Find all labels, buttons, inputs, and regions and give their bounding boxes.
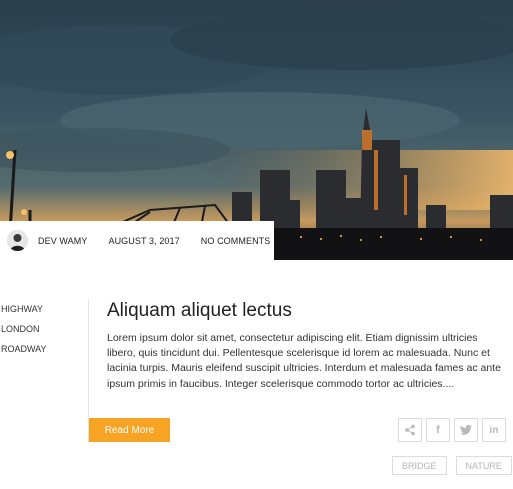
category-link-highway[interactable]: HIGHWAY — [1, 299, 81, 319]
tag-nature[interactable]: NATURE — [455, 456, 512, 475]
share-buttons: f in — [398, 418, 506, 442]
post-excerpt: Lorem ipsum dolor sit amet, consectetur … — [107, 332, 501, 390]
post-meta-bar: DEV WAMY AUGUST 3, 2017 NO COMMENTS — [0, 221, 274, 260]
twitter-icon[interactable] — [454, 418, 478, 442]
tag-list: BRIDGE NATURE — [392, 456, 512, 475]
author-link[interactable]: DEV WAMY — [38, 236, 87, 246]
linkedin-icon[interactable]: in — [482, 418, 506, 442]
read-more-button[interactable]: Read More — [89, 418, 170, 442]
post-title[interactable]: Aliquam aliquet lectus — [107, 300, 292, 322]
author-avatar[interactable] — [7, 230, 28, 251]
category-list: HIGHWAY LONDON ROADWAY — [1, 299, 81, 359]
share-icon[interactable] — [398, 418, 422, 442]
category-link-london[interactable]: LONDON — [1, 319, 81, 339]
post-date[interactable]: AUGUST 3, 2017 — [108, 236, 179, 246]
category-link-roadway[interactable]: ROADWAY — [1, 339, 81, 359]
tag-bridge[interactable]: BRIDGE — [392, 456, 447, 475]
comments-link[interactable]: NO COMMENTS — [201, 236, 271, 246]
facebook-icon[interactable]: f — [426, 418, 450, 442]
